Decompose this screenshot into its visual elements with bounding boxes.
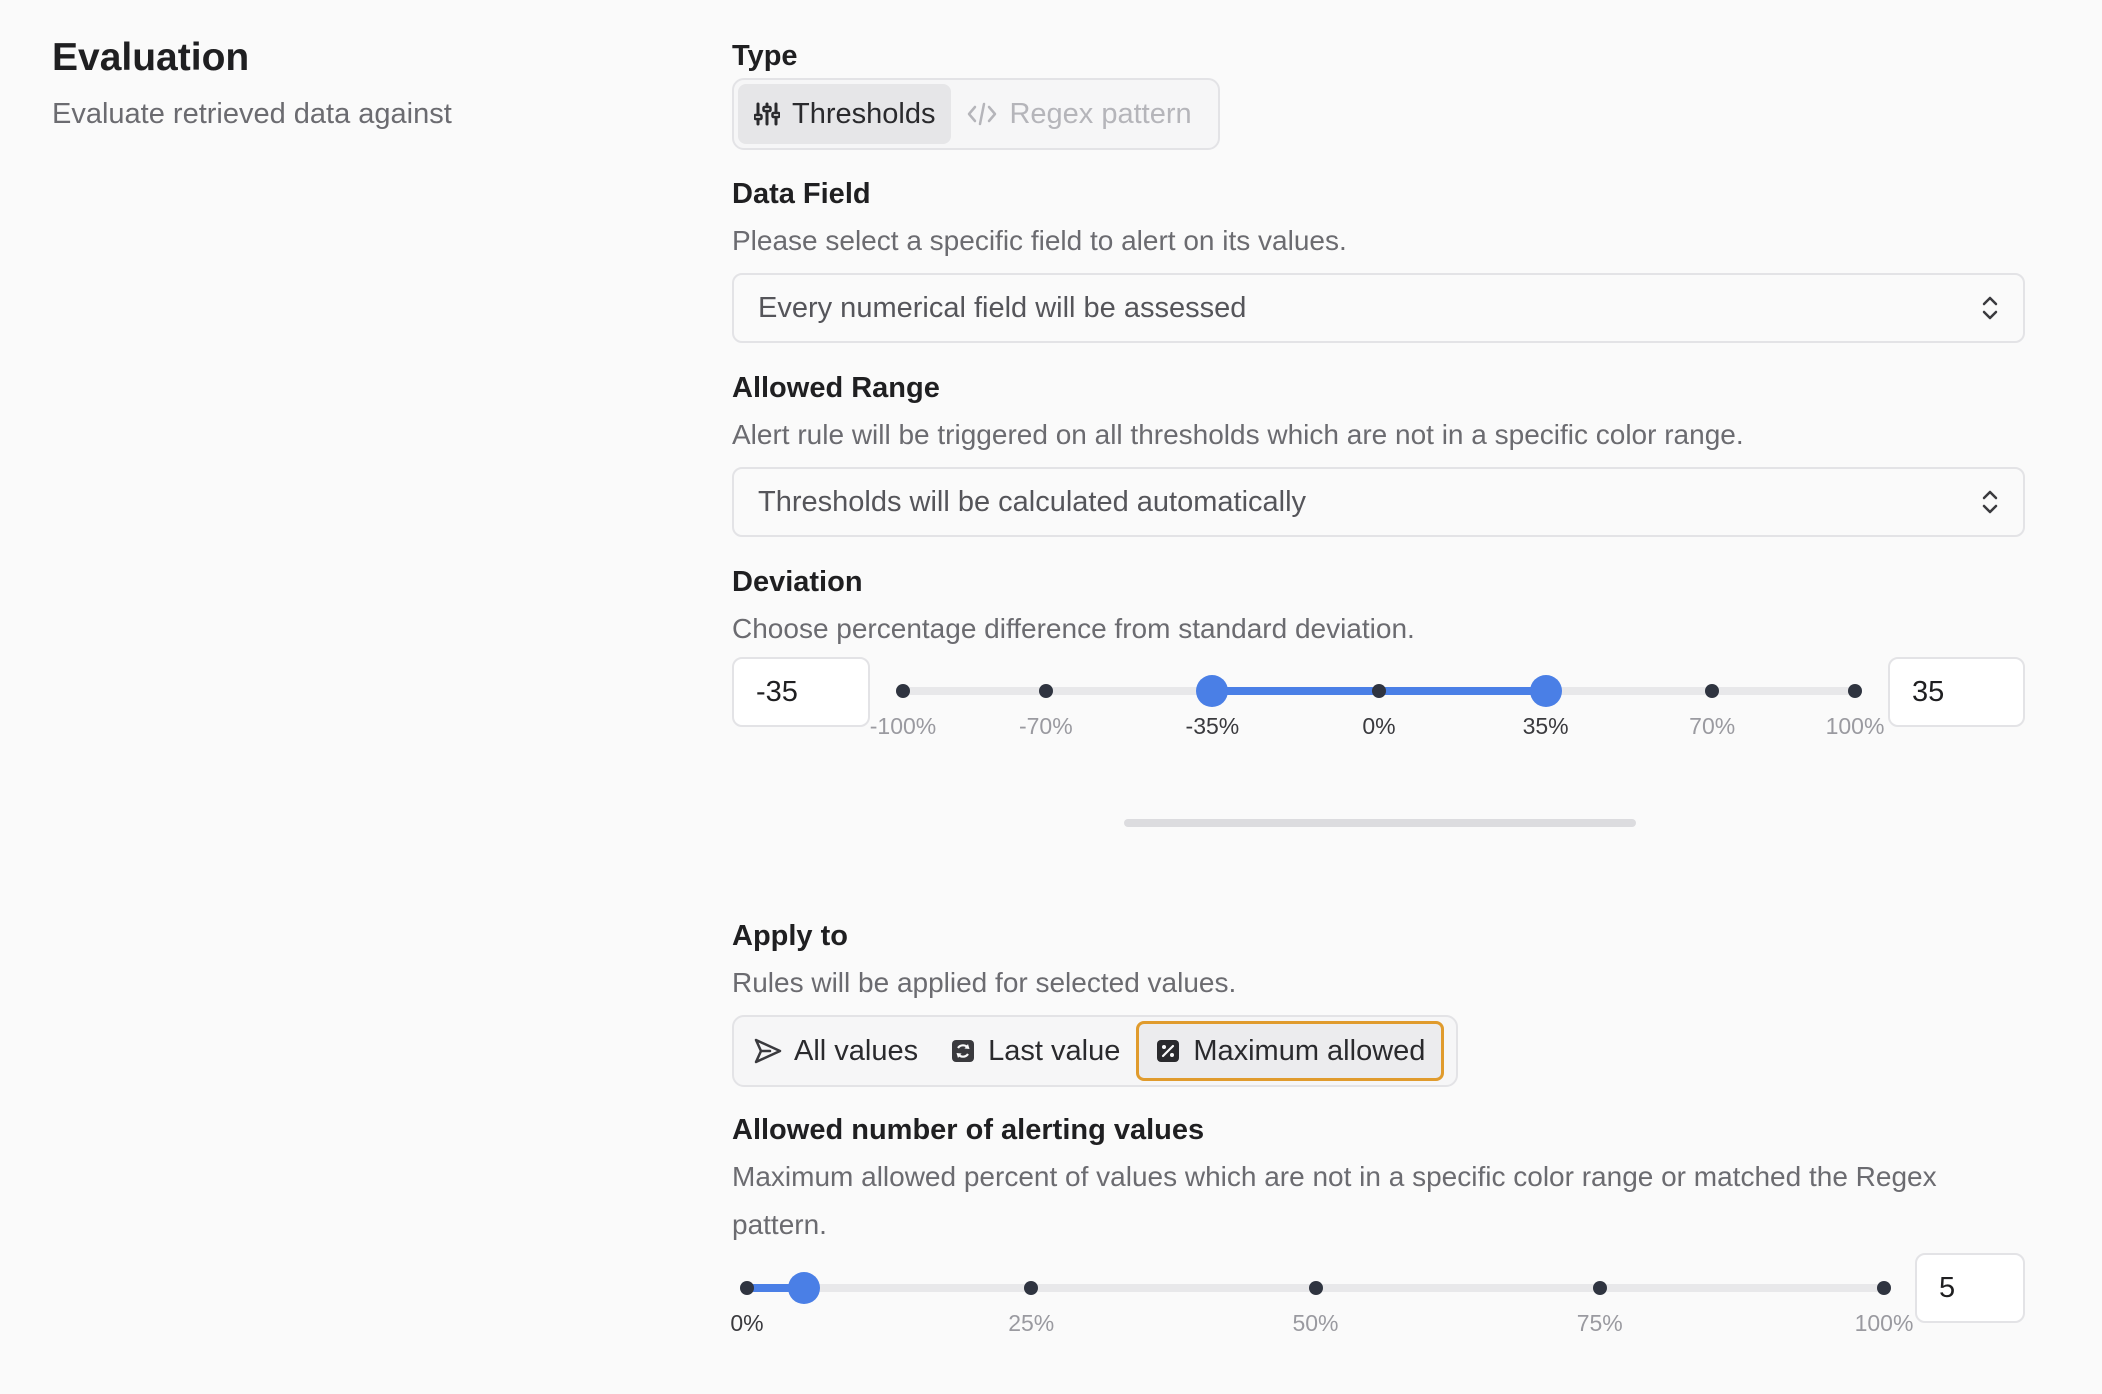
alerting-slider-tick-dot <box>1308 1281 1323 1295</box>
type-label: Type <box>732 40 798 72</box>
alerting-slider-thumb[interactable] <box>787 1272 820 1304</box>
deviation-slider-thumb[interactable] <box>1529 675 1562 707</box>
type-option-label: Regex pattern <box>1009 97 1192 130</box>
section-title: Evaluation <box>52 36 250 79</box>
sliders-icon <box>754 102 780 126</box>
chevron-up-down-icon <box>1982 296 1998 320</box>
alerting-slider-tick-dot <box>1024 1281 1039 1295</box>
send-icon <box>754 1038 782 1064</box>
deviation-slider-tick-dot <box>896 684 910 698</box>
alerting-slider-tick-label: 100% <box>1854 1310 1914 1336</box>
deviation-slider-tick-label: -70% <box>1018 713 1073 739</box>
apply-option-last-value[interactable]: Last value <box>934 1021 1136 1081</box>
alerting-values-description: Maximum allowed percent of values which … <box>732 1161 1937 1192</box>
data-field-description: Please select a specific field to alert … <box>732 225 1347 256</box>
apply-to-description: Rules will be applied for selected value… <box>732 967 1237 998</box>
alerting-slider-tick-label: 75% <box>1576 1310 1623 1336</box>
type-segmented-control: Thresholds Regex pattern <box>732 78 1220 150</box>
data-field-selected-value: Every numerical field will be assessed <box>758 291 1247 324</box>
type-option-regex[interactable]: Regex pattern <box>951 84 1207 144</box>
alerting-slider-tick-dot <box>1592 1281 1607 1295</box>
evaluation-panel: Evaluation Evaluate retrieved data again… <box>0 0 2102 1394</box>
apply-option-all-values[interactable]: All values <box>738 1021 934 1081</box>
deviation-max-input[interactable]: 35 <box>1888 657 2025 727</box>
type-option-label: Thresholds <box>792 97 936 130</box>
apply-option-maximum-allowed[interactable]: Maximum allowed <box>1136 1021 1445 1081</box>
code-icon <box>968 102 997 126</box>
deviation-slider-tick-label: 100% <box>1825 713 1885 739</box>
deviation-slider-tick-dot <box>1848 684 1862 698</box>
apply-option-label: Last value <box>988 1034 1121 1067</box>
deviation-slider-tick-label: -100% <box>869 713 937 739</box>
data-field-select[interactable]: Every numerical field will be assessed <box>732 273 2025 343</box>
alerting-values-label: Allowed number of alerting values <box>732 1114 1205 1146</box>
section-subtitle: Evaluate retrieved data against <box>52 98 452 130</box>
horizontal-scrollbar[interactable] <box>1124 819 1636 827</box>
apply-to-segmented-control: All values Last value Maximum allowed <box>732 1015 1458 1087</box>
allowed-range-description: Alert rule will be triggered on all thre… <box>732 419 1744 450</box>
alerting-slider-tick-label: 25% <box>1008 1310 1055 1336</box>
alerting-slider-tick-label: 50% <box>1292 1310 1339 1336</box>
deviation-slider-tick-label: -35% <box>1185 713 1240 739</box>
allowed-range-label: Allowed Range <box>732 372 940 404</box>
deviation-slider-tick-label: 70% <box>1689 713 1736 739</box>
deviation-slider-tick-label: 35% <box>1522 713 1569 739</box>
apply-option-label: All values <box>794 1034 919 1067</box>
deviation-slider-tick-dot <box>1705 684 1720 698</box>
deviation-slider-tick-label: 0% <box>1362 713 1396 739</box>
allowed-range-select[interactable]: Thresholds will be calculated automatica… <box>732 467 2025 537</box>
refresh-square-icon <box>952 1040 975 1062</box>
alerting-slider-tick-label: 0% <box>730 1310 764 1336</box>
deviation-description: Choose percentage difference from standa… <box>732 613 1415 644</box>
deviation-slider-thumb[interactable] <box>1196 675 1229 707</box>
alerting-values-input[interactable]: 5 <box>1915 1253 2025 1323</box>
deviation-slider-tick-dot <box>1038 684 1053 698</box>
chevron-up-down-icon <box>1982 490 1998 514</box>
data-field-label: Data Field <box>732 178 871 210</box>
alerting-slider-tick-dot <box>1877 1281 1891 1295</box>
deviation-label: Deviation <box>732 566 863 598</box>
deviation-slider-tick-dot <box>1372 684 1386 698</box>
deviation-min-input[interactable]: -35 <box>732 657 870 727</box>
apply-to-label: Apply to <box>732 920 848 952</box>
apply-option-label: Maximum allowed <box>1193 1034 1426 1067</box>
alerting-slider-tick-dot <box>740 1281 754 1295</box>
allowed-range-selected-value: Thresholds will be calculated automatica… <box>758 485 1307 518</box>
type-option-thresholds[interactable]: Thresholds <box>738 84 952 144</box>
percent-square-icon <box>1157 1040 1180 1062</box>
alerting-values-description-cont: pattern. <box>732 1209 827 1240</box>
